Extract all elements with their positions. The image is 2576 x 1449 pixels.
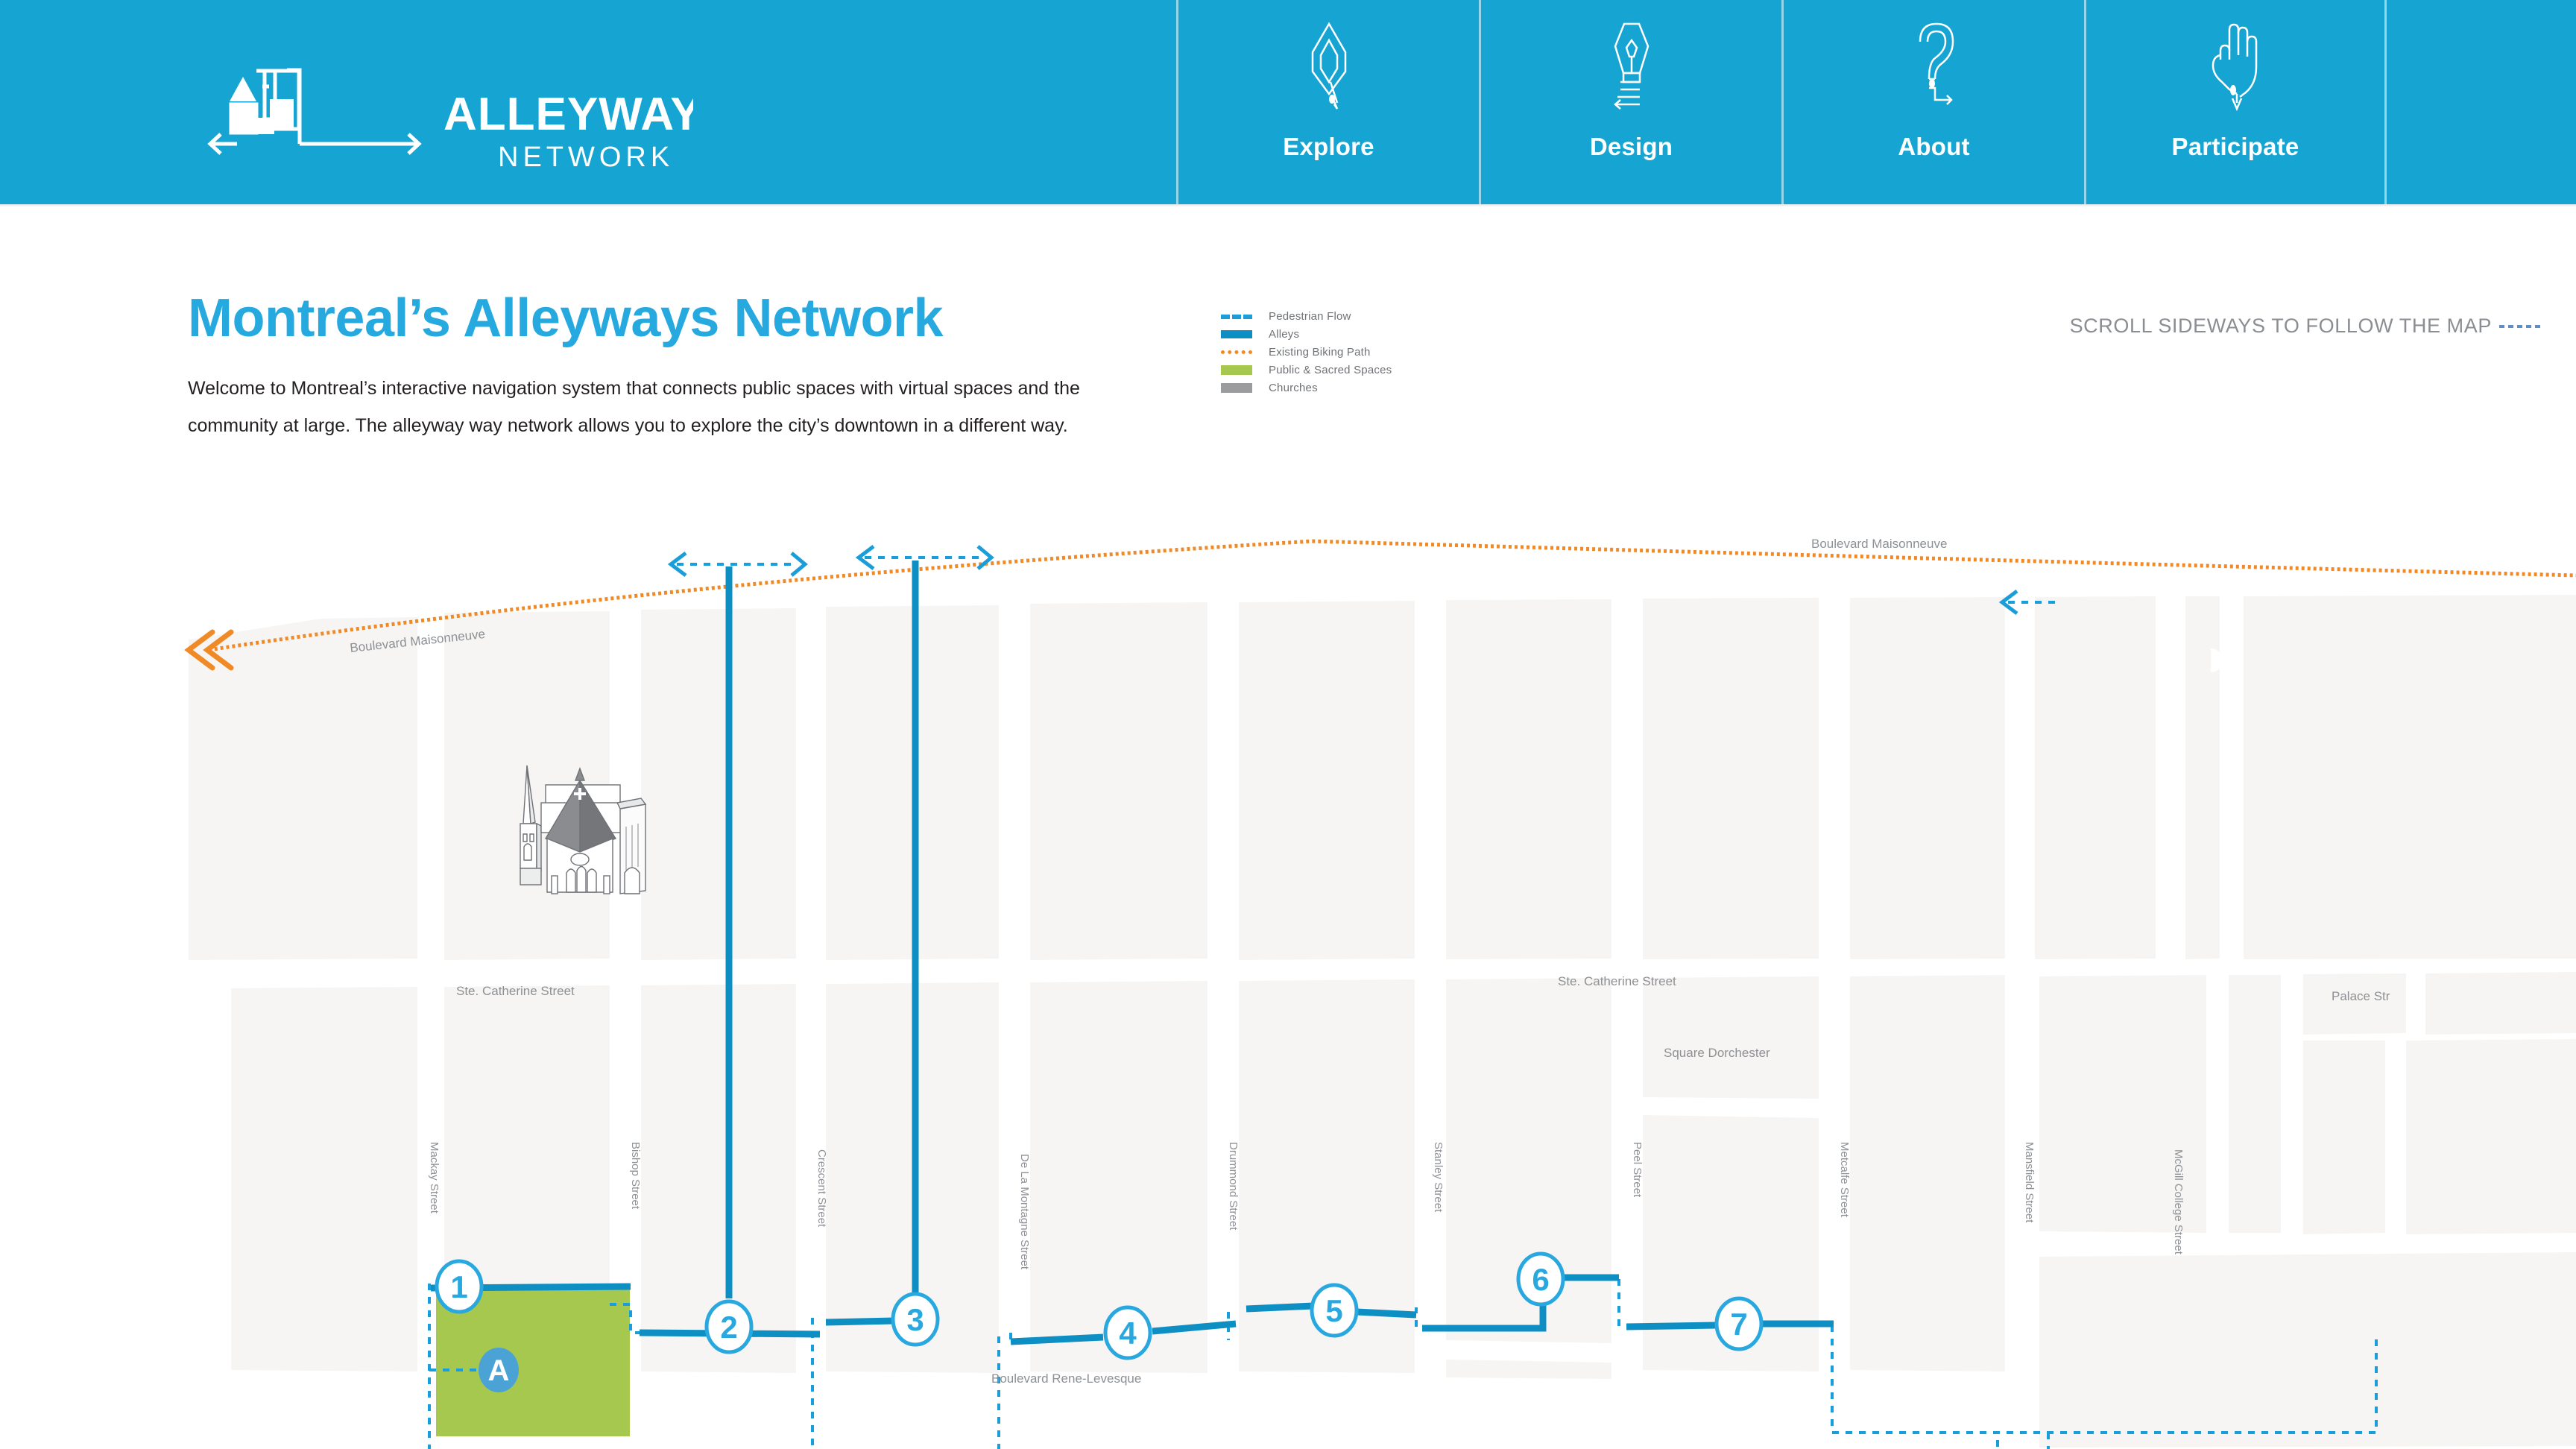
fountain-pen-nib-icon xyxy=(1591,10,1673,122)
street-label-metcalfe-street: Metcalfe Street xyxy=(1838,1142,1851,1218)
logo-subtitle: NETWORK xyxy=(498,142,674,173)
legend-item-churches: Churches xyxy=(1221,379,1392,397)
map-legend: Pedestrian Flow Alleys Existing Biking P… xyxy=(1221,307,1392,397)
alley-marker-7-label: 7 xyxy=(1730,1307,1747,1342)
legend-label-alleys: Alleys xyxy=(1269,328,1300,341)
alley-marker-4[interactable]: 4 xyxy=(1103,1305,1152,1360)
street-label-stanley-street: Stanley Street xyxy=(1432,1142,1445,1213)
intro-block: Montreal’s Alleyways Network Welcome to … xyxy=(188,288,1172,444)
alley-marker-4-label: 4 xyxy=(1119,1316,1137,1351)
legend-swatch-pedestrian-flow xyxy=(1221,314,1252,319)
site-header: MTL ALLEYWAY NETWORK Explore Design Abou… xyxy=(0,0,2576,204)
street-label-drummond-street: Drummond Street xyxy=(1227,1142,1240,1231)
logo-title: ALLEYWAY xyxy=(443,89,693,140)
legend-item-pedestrian-flow: Pedestrian Flow xyxy=(1221,307,1392,326)
street-label-boulevard-maisonneuve-right: Boulevard Maisonneuve xyxy=(1811,537,1947,551)
street-label-mackay-street: Mackay Street xyxy=(428,1142,441,1214)
legend-label-public-sacred-spaces: Public & Sacred Spaces xyxy=(1269,364,1392,376)
street-label-ste-catherine-street-right: Ste. Catherine Street xyxy=(1558,974,1676,988)
legend-item-alleys: Alleys xyxy=(1221,325,1392,344)
alley-marker-3[interactable]: 3 xyxy=(891,1292,940,1347)
street-label-bishop-street: Bishop Street xyxy=(629,1142,642,1210)
legend-item-biking-path: Existing Biking Path xyxy=(1221,343,1392,362)
poi-marker-a-label: A xyxy=(488,1354,510,1387)
street-label-square-dorchester: Square Dorchester xyxy=(1664,1046,1770,1060)
scroll-hint-dots-icon xyxy=(2499,324,2540,328)
alley-marker-2[interactable]: 2 xyxy=(704,1299,754,1354)
legend-swatch-public-sacred-spaces xyxy=(1221,365,1252,375)
nav-item-participate[interactable]: Participate xyxy=(2084,0,2387,204)
city-skyline-logo-icon: MTL ALLEYWAY NETWORK xyxy=(207,68,693,173)
nav-label-explore: Explore xyxy=(1283,133,1374,160)
street-label-palace-street: Palace Str xyxy=(2332,989,2390,1003)
scroll-hint-label: SCROLL SIDEWAYS TO FOLLOW THE MAP xyxy=(2069,315,2492,337)
header-shadow xyxy=(0,204,2576,207)
alley-marker-6[interactable]: 6 xyxy=(1516,1251,1565,1307)
brand-logo[interactable]: MTL ALLEYWAY NETWORK xyxy=(171,36,693,185)
legend-label-biking-path: Existing Biking Path xyxy=(1269,346,1371,359)
alley-marker-7[interactable]: 7 xyxy=(1714,1296,1764,1351)
legend-label-pedestrian-flow: Pedestrian Flow xyxy=(1269,310,1351,323)
alley-marker-1[interactable]: 1 xyxy=(435,1259,484,1314)
street-label-mansfield-street: Mansfield Street xyxy=(2023,1142,2036,1223)
alley-marker-5[interactable]: 5 xyxy=(1310,1283,1359,1338)
map-blocks-upper xyxy=(189,595,2576,960)
street-label-mcgill-college-street: McGill College Street xyxy=(2172,1149,2185,1255)
intro-paragraph: Welcome to Montreal’s interactive naviga… xyxy=(188,377,1080,436)
street-label-boulevard-rene-levesque: Boulevard Rene-Levesque xyxy=(991,1371,1141,1386)
nav-item-explore[interactable]: Explore xyxy=(1176,0,1479,204)
street-label-ste-catherine-street-left: Ste. Catherine Street xyxy=(456,984,575,998)
poi-marker-a[interactable]: A xyxy=(479,1348,519,1392)
alley-marker-1-label: 1 xyxy=(450,1269,467,1304)
alley-marker-6-label: 6 xyxy=(1532,1262,1549,1297)
interactive-map[interactable]: Mackay Street Bishop Street Crescent Str… xyxy=(0,514,2576,1449)
legend-swatch-biking-path xyxy=(1221,350,1252,354)
nav-label-participate: Participate xyxy=(2171,133,2299,160)
question-mark-icon xyxy=(1893,10,1975,122)
scroll-hint: SCROLL SIDEWAYS TO FOLLOW THE MAP xyxy=(2070,315,2540,338)
alley-marker-2-label: 2 xyxy=(720,1310,737,1345)
street-label-crescent-street: Crescent Street xyxy=(815,1149,828,1228)
legend-label-churches: Churches xyxy=(1269,382,1318,394)
legend-item-public-sacred-spaces: Public & Sacred Spaces xyxy=(1221,361,1392,379)
alley-marker-5-label: 5 xyxy=(1325,1293,1342,1328)
street-label-peel-street: Peel Street xyxy=(1631,1142,1644,1198)
legend-swatch-churches xyxy=(1221,383,1252,393)
main-navigation: Explore Design About Participate xyxy=(1176,0,2387,204)
page-title: Montreal’s Alleyways Network xyxy=(188,288,944,348)
map-pin-outline-icon xyxy=(1288,10,1370,122)
open-hand-icon xyxy=(2191,10,2280,122)
alley-marker-3-label: 3 xyxy=(906,1302,924,1337)
nav-label-design: Design xyxy=(1589,133,1673,160)
nav-item-about[interactable]: About xyxy=(1781,0,2084,204)
legend-swatch-alleys xyxy=(1221,330,1252,338)
street-label-de-la-montagne-street: De La Montagne Street xyxy=(1018,1154,1031,1270)
nav-item-design[interactable]: Design xyxy=(1479,0,1781,204)
logo-badge: MTL xyxy=(229,114,258,130)
nav-label-about: About xyxy=(1898,133,1970,160)
